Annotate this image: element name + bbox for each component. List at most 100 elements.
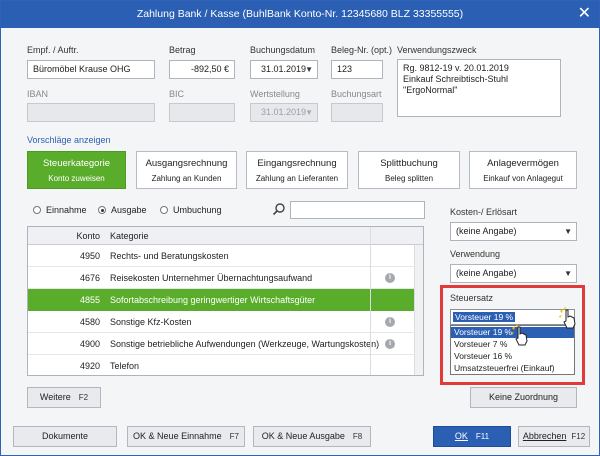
beleg-label: Beleg-Nr. (opt.) [331,45,393,55]
steuersatz-value: Vorsteuer 19 % [453,312,516,322]
shortcut-key: F11 [475,432,490,441]
column-divider [370,227,371,375]
iban-label: IBAN [27,89,49,99]
radio-ausgabe[interactable]: Ausgabe [98,205,147,215]
weitere-button[interactable]: Weitere F2 [27,387,101,408]
wertstellung-select: 31.01.2019 ▼ [250,103,318,122]
hand-cursor-icon [511,324,528,346]
chevron-down-icon[interactable]: ▼ [564,223,572,240]
table-row[interactable]: 4900 Sonstige betriebliche Aufwendungen … [28,333,423,355]
row-kategorie: Sonstige Kfz-Kosten [110,317,192,327]
beleg-input[interactable]: 123 [331,60,383,79]
keine-zuordnung-button[interactable]: Keine Zuordnung [470,387,577,408]
category-table: Konto Kategorie 4950 Rechts- und Beratun… [27,226,424,376]
ok-neue-ausgabe-button[interactable]: OK & Neue Ausgabe F8 [253,426,371,447]
button-label: OK & Neue Ausgabe [261,431,345,441]
tile-subtitle: Zahlung an Kunden [151,174,222,183]
window-title: Zahlung Bank / Kasse (BuhlBank Konto-Nr.… [136,8,464,20]
tile-subtitle: Einkauf von Anlagegut [483,174,563,183]
buchungsdatum-select[interactable]: 31.01.2019 ▼ [250,60,318,79]
zweck-textarea[interactable]: Rg. 9812-19 v. 20.01.2019 Einkauf Schrei… [397,59,561,117]
dokumente-button[interactable]: Dokumente [13,426,117,447]
steuersatz-option[interactable]: Vorsteuer 16 % [451,351,574,362]
shortcut-key: F2 [78,393,89,402]
button-label: OK & Neue Einnahme [133,431,222,441]
shortcut-key: F7 [229,432,239,441]
wertstellung-value: 31.01.2019 [261,107,307,117]
chevron-down-icon: ▼ [305,108,313,117]
row-konto: 4855 [79,295,100,305]
wertstellung-label: Wertstellung [250,89,300,99]
row-konto: 4676 [79,273,100,283]
steuersatz-option[interactable]: Umsatzsteuerfrei (Einkauf) [451,363,574,374]
radio-label: Einnahme [46,205,87,215]
table-scrollbar[interactable] [414,245,423,375]
verwendung-label: Verwendung [450,249,501,259]
betrag-input[interactable]: -892,50 € [169,60,235,79]
radio-label: Umbuchung [173,205,222,215]
chevron-down-icon[interactable]: ▼ [564,265,572,282]
bic-input [169,103,235,122]
tile-steuerkategorie[interactable]: Steuerkategorie Konto zuweisen [27,151,126,189]
search-icon[interactable] [272,202,286,216]
chevron-down-icon[interactable]: ▼ [305,61,313,78]
row-konto: 4900 [79,339,100,349]
button-label: Weitere [39,392,71,402]
steuersatz-label: Steuersatz [450,293,494,303]
zweck-line: Einkauf Schreibtisch-Stuhl [403,74,509,84]
table-row-selected[interactable]: 4855 Sofortabschreibung geringwertiger W… [28,289,423,311]
verwendung-value: (keine Angabe) [456,268,517,278]
tile-anlagevermoegen[interactable]: Anlagevermögen Einkauf von Anlagegut [469,151,577,189]
steuersatz-select[interactable]: Vorsteuer 19 % [450,309,575,325]
button-label: OK [454,431,468,441]
booking-dialog: Zahlung Bank / Kasse (BuhlBank Konto-Nr.… [0,0,600,456]
radio-checked-icon [98,206,106,214]
button-label: Abbrechen [522,431,567,441]
tile-title: Anlagevermögen [487,158,559,169]
ok-button[interactable]: OK F11 [433,426,511,447]
radio-icon [33,206,41,214]
tile-title: Ausgangsrechnung [145,158,228,169]
kosten-value: (keine Angabe) [456,226,517,236]
ok-neue-einnahme-button[interactable]: OK & Neue Einnahme F7 [127,426,245,447]
buchungsart-label: Buchungsart [331,89,382,99]
buchungsdatum-label: Buchungsdatum [250,45,316,55]
row-kategorie: Rechts- und Beratungskosten [110,251,229,261]
table-row[interactable]: 4676 Reisekosten Unternehmer Übernachtun… [28,267,423,289]
tile-title: Steuerkategorie [42,158,111,169]
tile-subtitle: Beleg splitten [384,174,434,183]
row-kategorie: Sofortabschreibung geringwertiger Wirtsc… [110,295,316,305]
shortcut-key: F8 [352,432,363,441]
table-row[interactable]: 4920 Telefon [28,355,423,375]
info-icon[interactable]: i [385,317,395,327]
radio-label: Ausgabe [111,205,147,215]
table-row[interactable]: 4580 Sonstige Kfz-Kosten i [28,311,423,333]
info-icon[interactable]: i [385,339,395,349]
row-konto: 4580 [79,317,100,327]
kosten-select[interactable]: (keine Angabe) ▼ [450,222,577,241]
betrag-label: Betrag [169,45,196,55]
radio-icon [160,206,168,214]
zweck-label: Verwendungszweck [397,45,477,55]
category-search-input[interactable] [290,201,425,219]
bic-label: BIC [169,89,185,99]
empf-label: Empf. / Auftr. [27,45,79,55]
close-icon[interactable]: ✕ [578,1,591,27]
zweck-line: "ErgoNormal" [403,85,458,95]
tile-ausgangsrechnung[interactable]: Ausgangsrechnung Zahlung an Kunden [136,151,237,189]
suggestions-link[interactable]: Vorschläge anzeigen [27,135,111,145]
tile-splittbuchung[interactable]: Splittbuchung Beleg splitten [358,151,460,189]
table-header: Konto Kategorie [28,227,423,245]
abbrechen-button[interactable]: Abbrechen F12 [518,426,590,447]
title-bar: Zahlung Bank / Kasse (BuhlBank Konto-Nr.… [1,1,599,28]
radio-einnahme[interactable]: Einnahme [33,205,87,215]
header-konto[interactable]: Konto [28,227,100,245]
header-kategorie[interactable]: Kategorie [110,227,149,245]
radio-umbuchung[interactable]: Umbuchung [160,205,222,215]
empf-input[interactable]: Büromöbel Krause OHG [27,60,155,79]
info-icon[interactable]: i [385,273,395,283]
tile-eingangsrechnung[interactable]: Eingangsrechnung Zahlung an Lieferanten [246,151,348,189]
row-kategorie: Sonstige betriebliche Aufwendungen (Werk… [110,339,380,349]
table-row[interactable]: 4950 Rechts- und Beratungskosten [28,245,423,267]
verwendung-select[interactable]: (keine Angabe) ▼ [450,264,577,283]
